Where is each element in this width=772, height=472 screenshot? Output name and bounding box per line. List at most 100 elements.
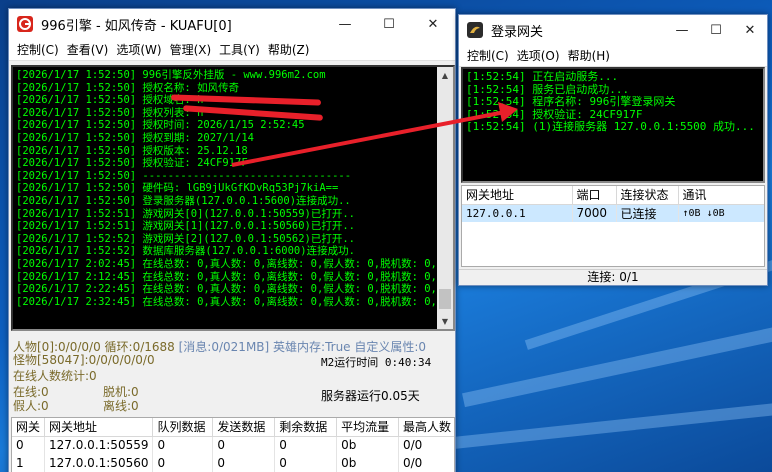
- col-communication[interactable]: 通讯: [678, 186, 764, 205]
- log-line: [1:52:54] 程序名称: 996引擎登录网关: [466, 95, 676, 108]
- log-line: [2026/1/17 2:32:45] 在线总数: 0,真人数: 0,离线数: …: [16, 295, 437, 308]
- cell-max: 0/0: [398, 436, 454, 454]
- col-gateway[interactable]: 网关: [12, 418, 46, 437]
- main-caption-buttons: — ☐ ✕: [323, 9, 455, 39]
- log-line: [2026/1/17 2:22:45] 在线总数: 0,真人数: 0,离线数: …: [16, 283, 437, 296]
- main-log-console[interactable]: [2026/1/17 1:52:50] 996引擎反外挂版 - www.996m…: [11, 65, 455, 331]
- cell-port: 7000: [572, 204, 617, 222]
- minimize-button[interactable]: —: [665, 15, 699, 45]
- main-menu-bar: 控制(C) 查看(V) 选项(W) 管理(X) 工具(Y) 帮助(Z): [9, 39, 455, 61]
- log-line: [1:52:54] (1)连接服务器 127.0.0.1:5500 成功...: [466, 120, 755, 133]
- col-send-data[interactable]: 发送数据: [212, 418, 276, 437]
- log-line: [2026/1/17 1:52:52] 数据库服务器(127.0.0.1:600…: [16, 245, 355, 258]
- cell-gateway: 1: [12, 454, 46, 472]
- online-stat-total: 在线人数统计:0: [13, 369, 97, 383]
- menu-control[interactable]: 控制(C): [463, 47, 513, 64]
- console-scrollbar[interactable]: ▲ ▼: [437, 67, 453, 329]
- gate-table-container: 网关地址 端口 连接状态 通讯 127.0.0.1 7000 已连接 ↑0B ↓…: [461, 185, 765, 267]
- login-gate-window: 登录网关 — ☐ ✕ 控制(C) 选项(O) 帮助(H) [1:52:54] 正…: [458, 14, 768, 286]
- desktop-light-beam: [462, 326, 772, 408]
- message-stats: [消息:0/0: [178, 340, 231, 354]
- menu-view[interactable]: 查看(V): [63, 41, 113, 58]
- main-title-bar[interactable]: 996引擎 - 如风传奇 - KUAFU[0] — ☐ ✕: [9, 9, 455, 39]
- cell-gateway: 0: [12, 436, 46, 454]
- table-row[interactable]: 127.0.0.1 7000 已连接 ↑0B ↓0B: [462, 204, 764, 222]
- maximize-button[interactable]: ☐: [699, 15, 733, 45]
- log-line: [2026/1/17 1:52:50] 授权名称: 如风传奇: [16, 81, 240, 94]
- main-window-title: 996引擎 - 如风传奇 - KUAFU[0]: [41, 18, 232, 34]
- col-gateway-address[interactable]: 网关地址: [44, 418, 154, 437]
- memory-stats: 21MB] 英雄内存:True 自定义属性:0: [230, 340, 427, 354]
- menu-options[interactable]: 选项(W): [112, 41, 165, 58]
- server-runtime: 服务器运行0.05天: [321, 389, 420, 403]
- menu-help[interactable]: 帮助(Z): [264, 41, 314, 58]
- log-line: [2026/1/17 1:52:50] 登录服务器(127.0.0.1:5600…: [16, 194, 351, 207]
- col-remaining-data[interactable]: 剩余数据: [274, 418, 338, 437]
- 996-engine-logo-icon: [17, 16, 33, 32]
- fake-count: 假人:0: [13, 399, 49, 413]
- gate-title-bar[interactable]: 登录网关 — ☐ ✕: [459, 15, 767, 45]
- cell-remaining: 0: [274, 454, 338, 472]
- gate-menu-bar: 控制(C) 选项(O) 帮助(H): [459, 45, 767, 67]
- cell-address: 127.0.0.1:50559: [44, 436, 154, 454]
- log-line: [2026/1/17 1:52:50] 996引擎反外挂版 - www.996m…: [16, 69, 326, 81]
- minimize-button[interactable]: —: [323, 9, 367, 39]
- col-max-users[interactable]: 最高人数: [398, 418, 454, 437]
- log-line: [2026/1/17 2:02:45] 在线总数: 0,真人数: 0,离线数: …: [16, 257, 437, 270]
- cell-queue: 0: [152, 454, 214, 472]
- cell-send: 0: [212, 436, 276, 454]
- cell-address: 127.0.0.1:50560: [44, 454, 154, 472]
- desktop-light-beam: [450, 402, 772, 450]
- monster-stats: 怪物[58047]:0/0/0/0/0/0: [13, 353, 155, 367]
- offline-count: 离线:0: [103, 399, 139, 413]
- log-line: [2026/1/17 1:52:50] 授权验证: 24CF917F: [16, 157, 248, 170]
- table-row[interactable]: 1 127.0.0.1:50560 0 0 0 0b 0/0: [12, 454, 454, 472]
- close-button[interactable]: ✕: [733, 15, 767, 45]
- col-connection-status[interactable]: 连接状态: [616, 186, 679, 205]
- gate-caption-buttons: — ☐ ✕: [665, 15, 767, 45]
- log-line: [2026/1/17 1:52:52] 游戏网关[2](127.0.0.1:50…: [16, 232, 356, 245]
- cell-remaining: 0: [274, 436, 338, 454]
- gateway-table: 网关 网关地址 队列数据 发送数据 剩余数据 平均流量 最高人数 0 127.0…: [12, 418, 454, 472]
- log-line: [2026/1/17 2:12:45] 在线总数: 0,真人数: 0,离线数: …: [16, 270, 437, 283]
- cell-traffic: 0b: [336, 436, 399, 454]
- cell-status: 已连接: [616, 204, 679, 222]
- cell-queue: 0: [152, 436, 214, 454]
- scroll-down-icon[interactable]: ▼: [437, 313, 453, 329]
- table-header-row: 网关地址 端口 连接状态 通讯: [462, 186, 764, 205]
- gate-connection-table: 网关地址 端口 连接状态 通讯 127.0.0.1 7000 已连接 ↑0B ↓…: [462, 186, 764, 222]
- gate-log-console[interactable]: [1:52:54] 正在启动服务... [1:52:54] 服务已启动成功...…: [461, 67, 765, 183]
- m2-runtime: M2运行时间 0:40:34: [321, 356, 432, 369]
- menu-help[interactable]: 帮助(H): [564, 47, 614, 64]
- cell-send: 0: [212, 454, 276, 472]
- login-gate-logo-icon: [467, 22, 483, 38]
- col-gate-address[interactable]: 网关地址: [462, 186, 573, 205]
- menu-control[interactable]: 控制(C): [13, 41, 63, 58]
- col-port[interactable]: 端口: [572, 186, 617, 205]
- log-line: [2026/1/17 1:52:51] 游戏网关[1](127.0.0.1:50…: [16, 220, 356, 233]
- cell-max: 0/0: [398, 454, 454, 472]
- log-line: [2026/1/17 1:52:50] 硬件码: lGB9jUkGfKDvRq5…: [16, 182, 339, 195]
- table-row[interactable]: 0 127.0.0.1:50559 0 0 0 0b 0/0: [12, 436, 454, 454]
- scroll-up-icon[interactable]: ▲: [437, 67, 453, 83]
- log-line: [2026/1/17 1:52:51] 游戏网关[0](127.0.0.1:50…: [16, 207, 356, 220]
- main-server-window: 996引擎 - 如风传奇 - KUAFU[0] — ☐ ✕ 控制(C) 查看(V…: [8, 8, 456, 472]
- cell-traffic: ↑0B ↓0B: [678, 204, 764, 222]
- log-line: [2026/1/17 1:52:50] --------------------…: [16, 169, 352, 182]
- scrollbar-thumb[interactable]: [439, 289, 451, 309]
- menu-manage[interactable]: 管理(X): [166, 41, 216, 58]
- menu-options[interactable]: 选项(O): [513, 47, 564, 64]
- log-line: [2026/1/17 1:52:50] 授权版本: 25.12.18: [16, 144, 248, 157]
- maximize-button[interactable]: ☐: [367, 9, 411, 39]
- col-avg-traffic[interactable]: 平均流量: [336, 418, 399, 437]
- cell-address: 127.0.0.1: [462, 204, 573, 222]
- close-button[interactable]: ✕: [411, 9, 455, 39]
- log-line: [2026/1/17 1:52:50] 授权时间: 2026/1/15 2:52…: [16, 119, 305, 132]
- gate-window-title: 登录网关: [491, 24, 544, 40]
- log-line: [2026/1/17 1:52:50] 授权到期: 2027/1/14: [16, 131, 254, 144]
- col-queue-data[interactable]: 队列数据: [152, 418, 214, 437]
- log-line: [1:52:54] 正在启动服务...: [466, 70, 619, 83]
- gate-status-bar: 连接: 0/1: [459, 269, 767, 285]
- table-header-row: 网关 网关地址 队列数据 发送数据 剩余数据 平均流量 最高人数: [12, 418, 454, 437]
- menu-tools[interactable]: 工具(Y): [215, 41, 264, 58]
